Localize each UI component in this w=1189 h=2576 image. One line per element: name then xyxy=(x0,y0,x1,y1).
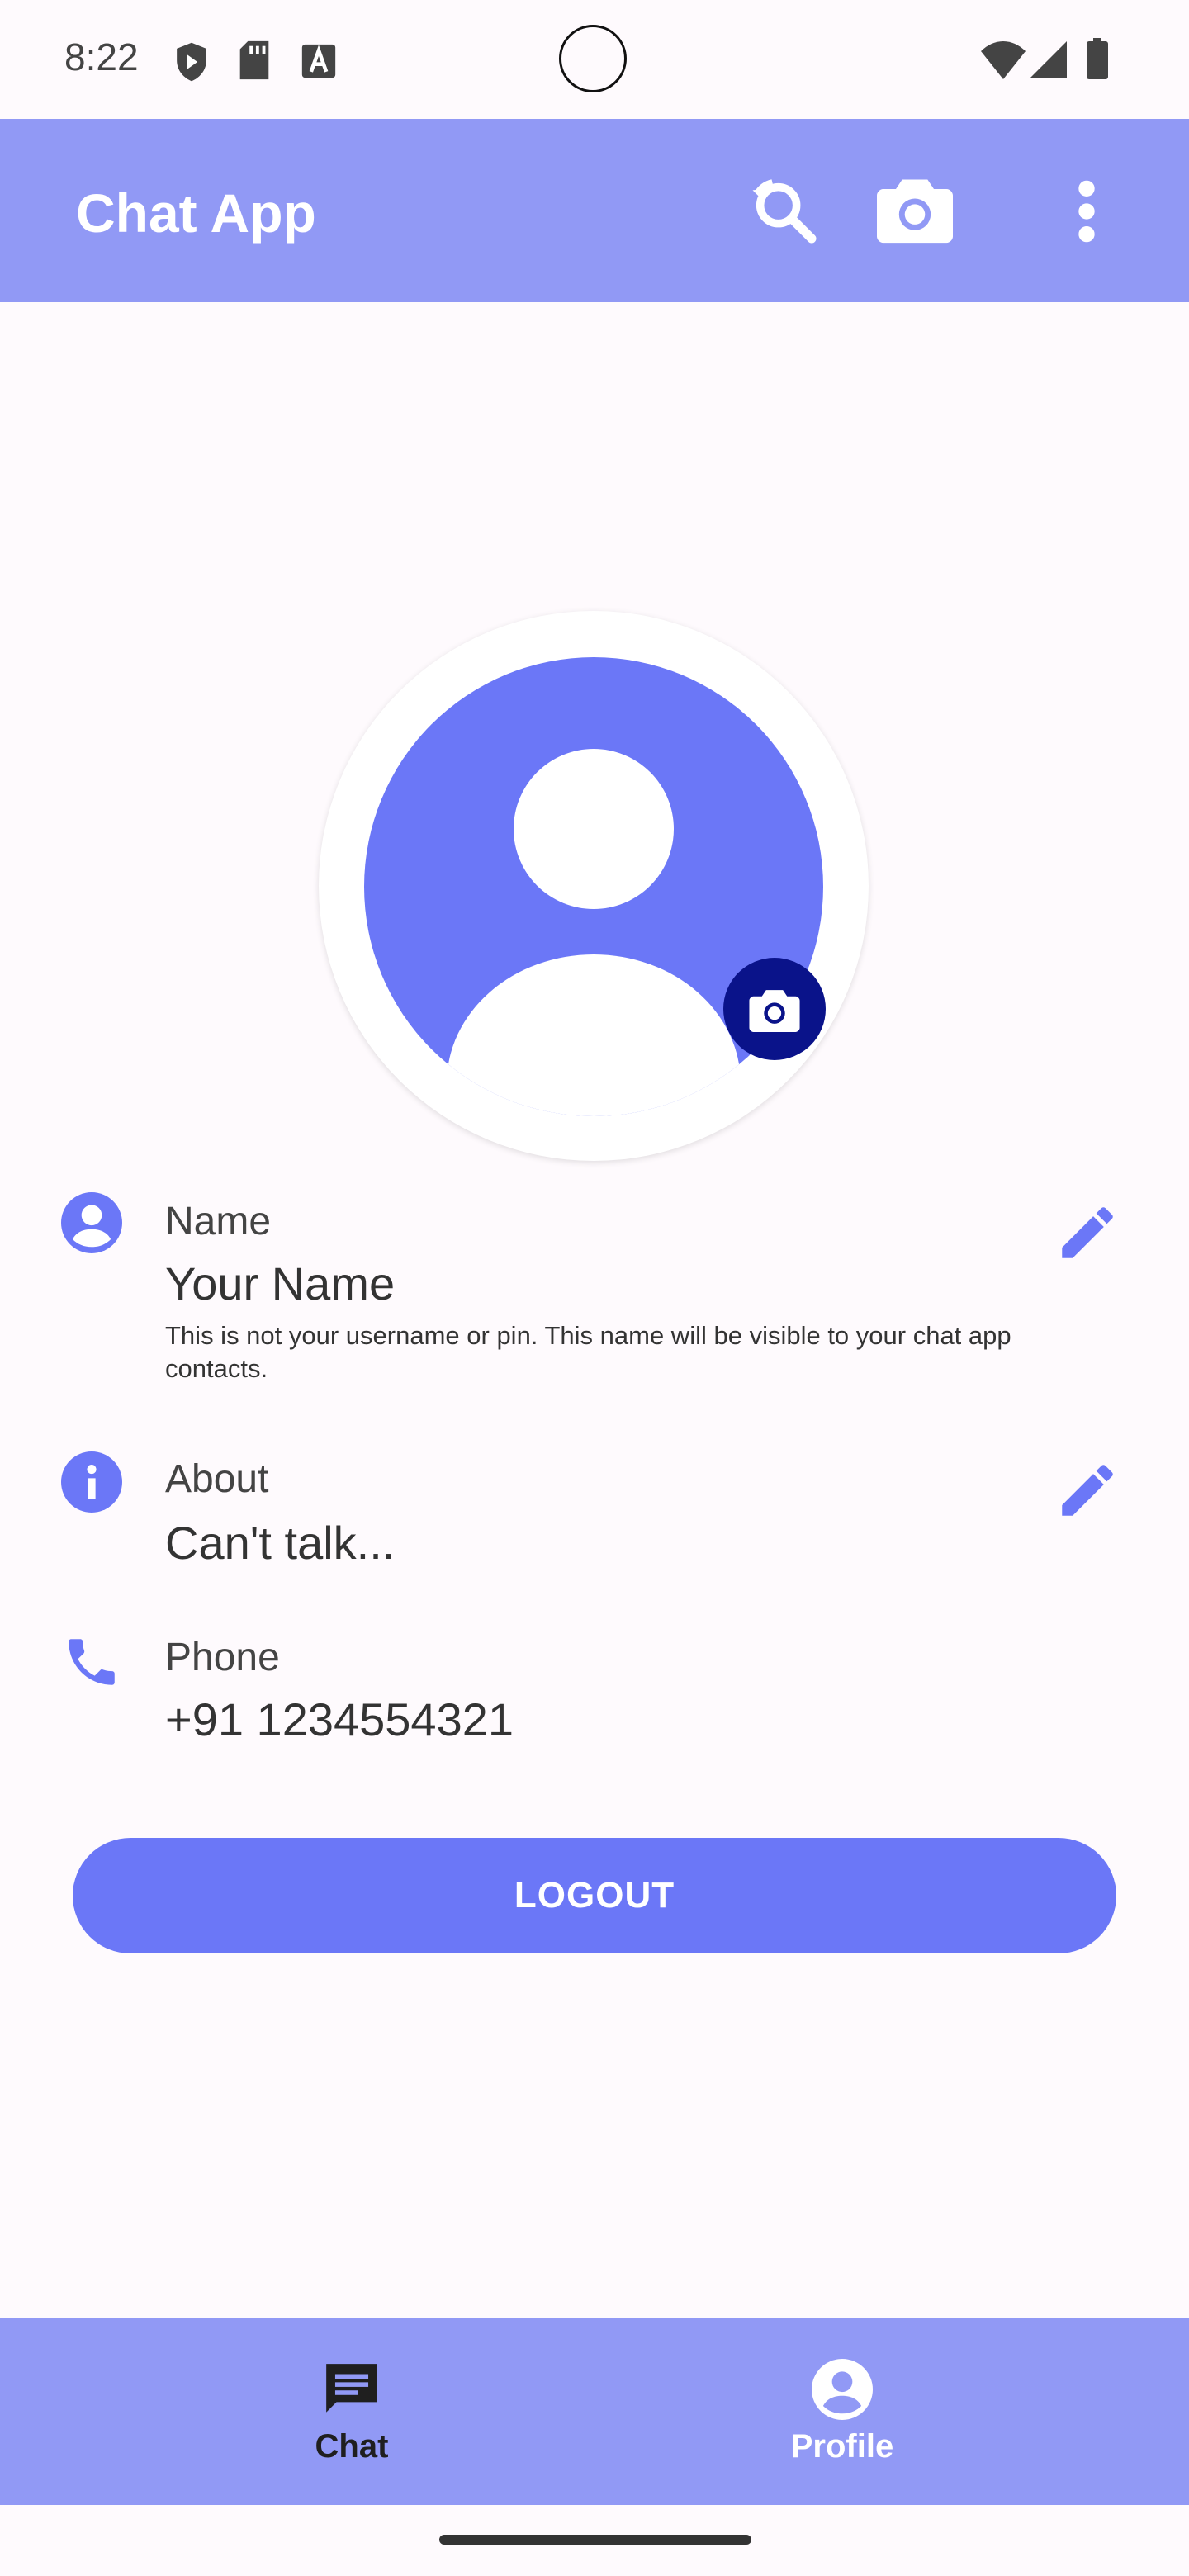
bottom-navigation: Chat Profile xyxy=(0,2318,1189,2505)
more-vert-icon[interactable] xyxy=(1075,180,1098,243)
phone-value: +91 1234554321 xyxy=(165,1693,514,1745)
battery-icon xyxy=(1087,38,1108,79)
phone-label: Phone xyxy=(165,1636,280,1679)
about-row[interactable]: About Can't talk... xyxy=(0,1440,1189,1580)
logout-label: LOGOUT xyxy=(514,1875,675,1915)
nav-label-chat: Chat xyxy=(315,2427,389,2465)
nav-label-profile: Profile xyxy=(790,2427,894,2465)
search-icon[interactable] xyxy=(748,175,821,248)
account-circle-icon xyxy=(61,1192,122,1253)
status-bar: 8:22 xyxy=(0,0,1189,119)
signal-icon xyxy=(1030,41,1067,78)
shield-play-icon xyxy=(177,42,206,82)
chat-icon xyxy=(326,2363,377,2413)
account-circle-icon xyxy=(812,2358,873,2420)
logout-button[interactable]: LOGOUT xyxy=(73,1838,1116,1953)
sd-card-icon xyxy=(239,40,269,80)
gesture-handle[interactable] xyxy=(439,2535,751,2545)
camera-icon[interactable] xyxy=(877,172,953,244)
app-bar: Chat App xyxy=(0,119,1189,302)
font-a-icon xyxy=(301,44,336,78)
person-body-shape xyxy=(447,954,741,1116)
phone-row: Phone +91 1234554321 xyxy=(0,1625,1189,1757)
name-value: Your Name xyxy=(165,1257,396,1309)
nav-item-profile[interactable]: Profile xyxy=(545,2318,1139,2505)
edit-about-pencil-icon[interactable] xyxy=(1054,1456,1121,1524)
name-label: Name xyxy=(165,1200,272,1243)
about-value: Can't talk... xyxy=(165,1517,396,1569)
phone-icon xyxy=(69,1639,115,1685)
status-time: 8:22 xyxy=(64,36,139,78)
camera-cutout xyxy=(559,25,627,92)
about-label: About xyxy=(165,1457,269,1501)
info-icon xyxy=(61,1451,122,1513)
edit-name-pencil-icon[interactable] xyxy=(1054,1199,1121,1267)
person-head-shape xyxy=(514,749,674,909)
wifi-icon xyxy=(981,41,1026,79)
change-photo-button[interactable] xyxy=(723,958,826,1060)
app-title: Chat App xyxy=(76,182,316,244)
camera-icon xyxy=(749,990,800,1032)
name-hint: This is not your username or pin. This n… xyxy=(165,1321,1011,1383)
name-row[interactable]: Name Your Name This is not your username… xyxy=(0,1181,1189,1395)
